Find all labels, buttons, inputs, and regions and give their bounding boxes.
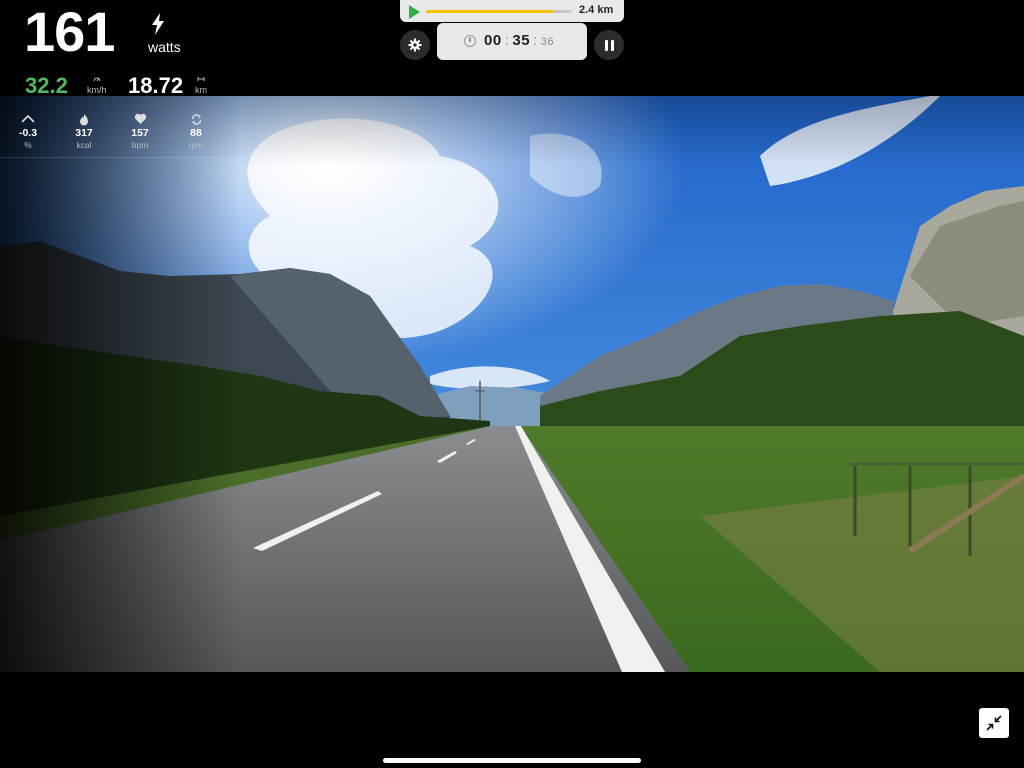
exit-fullscreen-button[interactable] bbox=[979, 708, 1009, 738]
grade-icon bbox=[21, 114, 35, 123]
timer-hours: 00 bbox=[484, 32, 502, 49]
power-value: 161 bbox=[24, 0, 115, 63]
speed-unit: km/h bbox=[87, 74, 107, 96]
calories-value: 317 bbox=[75, 127, 93, 139]
speedometer-icon bbox=[93, 77, 101, 82]
gear-icon bbox=[408, 38, 422, 52]
elapsed-timer: 00:35:36 bbox=[437, 23, 587, 60]
timer-seconds: 36 bbox=[540, 36, 554, 48]
progress-track[interactable] bbox=[426, 10, 572, 13]
cadence-value: 88 bbox=[190, 127, 202, 139]
power-unit: watts bbox=[148, 39, 181, 55]
heart-icon bbox=[134, 113, 146, 124]
cadence-stat: 88 rpm bbox=[176, 112, 216, 151]
heart-rate-value: 157 bbox=[131, 127, 149, 139]
heart-rate-unit: bpm bbox=[131, 140, 149, 150]
grade-stat: -0.3 % bbox=[8, 112, 48, 151]
heart-rate-stat: 157 bpm bbox=[120, 112, 160, 151]
lightning-icon bbox=[152, 13, 164, 35]
play-icon bbox=[409, 5, 420, 19]
video-player[interactable] bbox=[0, 96, 1024, 672]
distance-unit-label: km bbox=[195, 85, 207, 95]
calories-unit: kcal bbox=[76, 140, 92, 150]
speed-value: 32.2 bbox=[25, 73, 68, 98]
calories-stat: 317 kcal bbox=[64, 112, 104, 151]
timer-minutes: 35 bbox=[512, 32, 531, 49]
progress-fill bbox=[426, 10, 555, 13]
stats-divider bbox=[0, 157, 250, 158]
route-video-frame bbox=[0, 96, 1024, 672]
distance-value: 18.72 bbox=[128, 73, 184, 98]
route-remaining-distance: 2.4 km bbox=[579, 4, 614, 16]
pause-icon bbox=[604, 39, 608, 51]
route-progress-bar: 2.4 km bbox=[400, 0, 624, 22]
collapse-icon bbox=[986, 715, 1002, 731]
grade-value: -0.3 bbox=[18, 127, 38, 139]
cadence-unit: rpm bbox=[188, 140, 204, 150]
timer-text: 00:35:36 bbox=[484, 32, 554, 49]
cadence-icon bbox=[191, 113, 201, 125]
flame-icon bbox=[80, 113, 88, 125]
settings-button[interactable] bbox=[400, 30, 430, 60]
distance-icon bbox=[197, 77, 205, 81]
pause-button[interactable] bbox=[594, 30, 624, 60]
clock-icon bbox=[464, 35, 476, 47]
home-indicator[interactable] bbox=[383, 758, 641, 763]
grade-unit: % bbox=[24, 140, 32, 150]
distance-unit: km bbox=[195, 74, 207, 96]
speed-unit-label: km/h bbox=[87, 85, 107, 95]
